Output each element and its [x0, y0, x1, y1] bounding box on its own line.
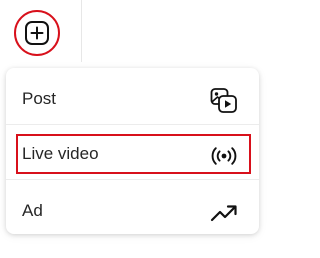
create-menu-screen: Post Live video Ad [0, 0, 263, 258]
sidebar-divider [81, 0, 82, 62]
menu-divider [6, 179, 259, 180]
menu-item-post[interactable]: Post [6, 74, 259, 126]
trending-up-icon [210, 205, 237, 222]
create-button[interactable] [14, 10, 60, 56]
menu-item-ad[interactable]: Ad [6, 186, 259, 238]
menu-item-label: Ad [22, 201, 43, 220]
menu-divider [6, 124, 259, 125]
menu-item-label: Post [22, 89, 57, 108]
create-dropdown-menu: Post Live video Ad [6, 68, 259, 234]
live-video-highlight [16, 134, 251, 174]
plus-square-icon [25, 21, 49, 45]
photo-video-icon [210, 88, 237, 113]
